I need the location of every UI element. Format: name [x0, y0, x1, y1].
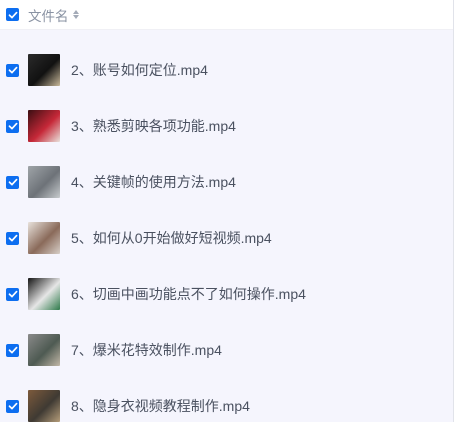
- file-row[interactable]: 8、隐身衣视频教程制作.mp4: [0, 378, 453, 422]
- row-checkbox[interactable]: [6, 175, 19, 189]
- row-checkbox[interactable]: [6, 119, 19, 133]
- file-row[interactable]: 2、账号如何定位.mp4: [0, 42, 453, 98]
- check-icon: [8, 11, 17, 18]
- file-list-panel: 文件名 2、账号如何定位.mp4 3、熟悉剪映各项功能.mp4 4、关键帧的使用方法…: [0, 0, 454, 422]
- row-checkbox[interactable]: [6, 231, 19, 245]
- file-name[interactable]: 3、熟悉剪映各项功能.mp4: [71, 116, 236, 136]
- file-name[interactable]: 4、关键帧的使用方法.mp4: [71, 172, 236, 192]
- row-checkbox[interactable]: [6, 343, 19, 357]
- video-thumbnail: [28, 278, 60, 310]
- video-thumbnail: [28, 166, 60, 198]
- check-icon: [8, 178, 17, 186]
- select-all-checkbox[interactable]: [6, 8, 19, 21]
- file-row[interactable]: 3、熟悉剪映各项功能.mp4: [0, 98, 453, 154]
- check-icon: [8, 402, 17, 410]
- video-thumbnail: [28, 334, 60, 366]
- file-row[interactable]: 5、如何从0开始做好短视频.mp4: [0, 210, 453, 266]
- file-row[interactable]: 4、关键帧的使用方法.mp4: [0, 154, 453, 210]
- check-icon: [8, 290, 17, 298]
- sort-icon[interactable]: [72, 10, 79, 19]
- row-checkbox[interactable]: [6, 287, 19, 301]
- file-row[interactable]: 6、切画中画功能点不了如何操作.mp4: [0, 266, 453, 322]
- file-name[interactable]: 8、隐身衣视频教程制作.mp4: [71, 396, 250, 416]
- check-icon: [8, 346, 17, 354]
- file-name[interactable]: 7、爆米花特效制作.mp4: [71, 340, 222, 360]
- row-checkbox[interactable]: [6, 63, 19, 77]
- video-thumbnail: [28, 222, 60, 254]
- file-list-header: 文件名: [0, 0, 453, 30]
- row-checkbox[interactable]: [6, 399, 19, 413]
- video-thumbnail: [28, 390, 60, 422]
- file-name[interactable]: 6、切画中画功能点不了如何操作.mp4: [71, 284, 306, 304]
- filename-column-header[interactable]: 文件名: [28, 5, 69, 25]
- check-icon: [8, 122, 17, 130]
- check-icon: [8, 66, 17, 74]
- file-name[interactable]: 2、账号如何定位.mp4: [71, 60, 208, 80]
- file-name[interactable]: 5、如何从0开始做好短视频.mp4: [71, 228, 272, 248]
- video-thumbnail: [28, 54, 60, 86]
- video-thumbnail: [28, 110, 60, 142]
- file-row[interactable]: 7、爆米花特效制作.mp4: [0, 322, 453, 378]
- file-rows: 2、账号如何定位.mp4 3、熟悉剪映各项功能.mp4 4、关键帧的使用方法.mp4…: [0, 30, 453, 422]
- check-icon: [8, 234, 17, 242]
